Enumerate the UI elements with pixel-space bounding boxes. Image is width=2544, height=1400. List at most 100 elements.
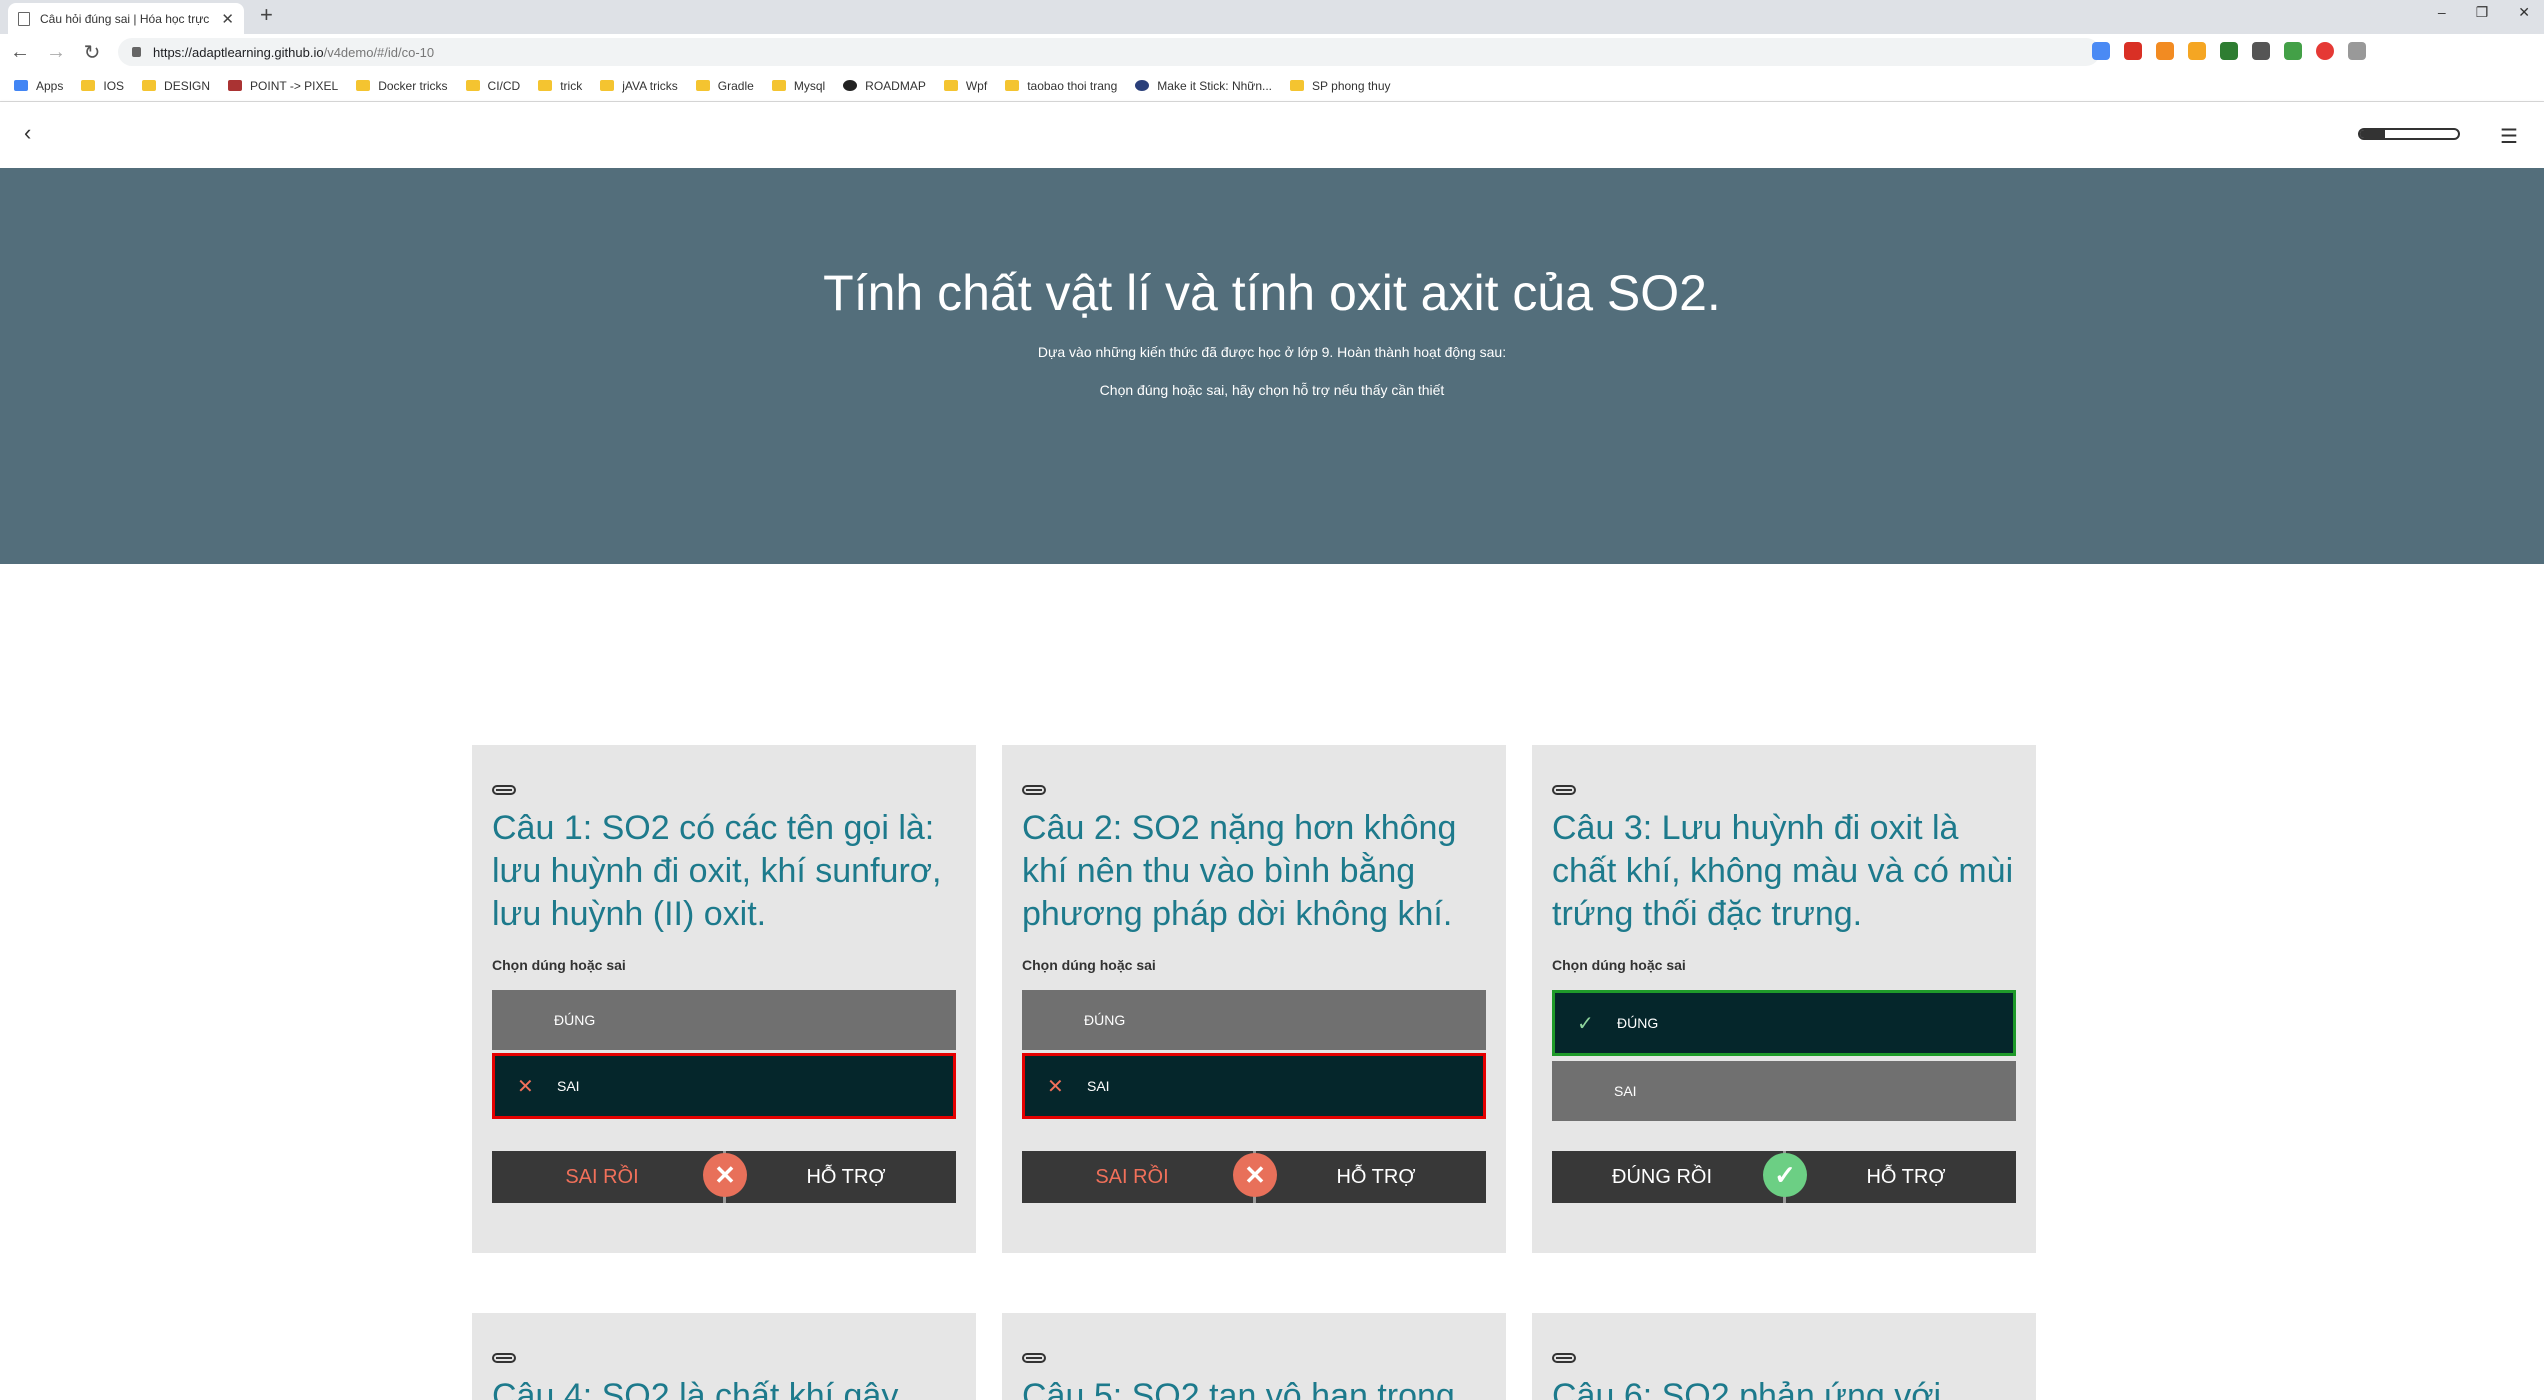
page-header: Tính chất vật lí và tính oxit axit của S… [0,168,2544,564]
bookmark-item[interactable]: SP phong thuy [1290,79,1391,93]
bookmark-label: Mysql [793,78,826,93]
extension-icon[interactable] [2284,42,2302,60]
completion-pill-icon [1022,1353,1046,1363]
question-card: Câu 4: SO2 là chất khí gây [472,1313,976,1400]
feedback-button[interactable]: SAI RỒI [492,1151,724,1203]
bookmark-item[interactable]: jAVA tricks [600,79,678,93]
lock-icon [132,47,141,57]
chevron-left-icon[interactable]: ‹ [24,120,31,146]
correct-icon: ✓ [1763,1153,1807,1197]
folder-icon [142,80,157,91]
site-icon [228,80,243,91]
bookmark-item[interactable]: Make it Stick: Nhữn... [1135,79,1272,93]
option-label: SAI [1087,1078,1110,1094]
option-false[interactable]: SAI [1552,1061,2016,1121]
question-instruction: Chọn dúng hoặc sai [1022,957,1156,973]
extensions [2092,42,2366,60]
browser-tab[interactable]: Câu hỏi đúng sai | Hóa học trực ✕ [8,3,244,34]
option-false[interactable]: ✕ SAI [492,1053,956,1119]
question-text: Câu 5: SO2 tan vô hạn trong [1022,1377,1455,1400]
option-label: ĐÚNG [1617,1015,1659,1031]
option-false[interactable]: ✕ SAI [1022,1053,1486,1119]
close-tab-icon[interactable]: ✕ [221,10,234,28]
site-icon [1135,80,1150,91]
option-true[interactable]: ĐÚNG [492,990,956,1050]
bookmark-item[interactable]: POINT -> PIXEL [228,79,338,93]
window-controls: – ❐ ✕ [2438,4,2530,21]
cross-icon: ✕ [1047,1075,1064,1098]
bookmark-label: IOS [103,78,125,93]
close-window-icon[interactable]: ✕ [2518,4,2530,21]
option-label: SAI [1614,1083,1637,1099]
question-card: Câu 5: SO2 tan vô hạn trong [1002,1313,1506,1400]
restore-icon[interactable]: ❐ [2476,4,2489,21]
extension-icon[interactable] [2220,42,2238,60]
extension-icon[interactable] [2188,42,2206,60]
question-card: Câu 6: SO2 phản ứng với [1532,1313,2036,1400]
question-text: Câu 4: SO2 là chất khí gây [492,1377,899,1400]
extension-icon[interactable] [2348,42,2366,60]
extension-icon[interactable] [2092,42,2110,60]
feedback-bar: SAI RỒI HỖ TRỢ ✕ [492,1151,956,1203]
folder-icon [356,80,371,91]
page-intro: Dựa vào những kiến thức đã được học ở lớ… [1037,344,1507,360]
help-button[interactable]: HỖ TRỢ [724,1151,956,1203]
bookmark-item[interactable]: Wpf [943,78,988,93]
bookmark-item[interactable]: taobao thoi trang [1005,79,1117,93]
forward-arrow-icon[interactable]: → [40,41,72,64]
folder-icon [600,80,615,91]
new-tab-button[interactable]: + [260,2,273,28]
incorrect-icon: ✕ [1233,1153,1277,1197]
feedback-button[interactable]: ĐÚNG RỒI [1552,1151,1784,1203]
progress-bar [2358,128,2460,140]
folder-icon [943,80,958,91]
bookmark-item[interactable]: Gradle [695,78,754,93]
extension-icon[interactable] [2124,42,2142,60]
bookmark-label: CI/CD [487,78,521,93]
option-label: SAI [557,1078,580,1094]
address-bar[interactable]: https://adaptlearning.github.io/v4demo/#… [118,38,2100,66]
minimize-icon[interactable]: – [2438,4,2446,21]
bookmark-apps[interactable]: Apps [14,79,63,93]
extension-icon[interactable] [2156,42,2174,60]
bookmark-label: trick [560,78,583,93]
option-label: ĐÚNG [1084,1012,1126,1028]
bookmark-item[interactable]: Docker tricks [356,79,448,93]
browser-toolbar: ← → ↻ https://adaptlearning.github.io/v4… [0,34,2544,70]
folder-icon [81,80,96,91]
bookmark-label: Wpf [965,78,988,93]
back-arrow-icon[interactable]: ← [4,41,36,64]
page-instruction: Chọn đúng hoặc sai, hãy chọn hỗ trợ nếu … [1099,382,1445,398]
bookmark-item[interactable]: DESIGN [142,79,210,93]
folder-icon [538,80,553,91]
bookmark-label: jAVA tricks [622,78,678,93]
bookmark-label: SP phong thuy [1312,78,1391,93]
bookmark-label: Apps [36,78,64,93]
question-text: Câu 1: SO2 có các tên gọi là: lưu huỳnh … [492,809,942,933]
progress-fill [2360,130,2385,138]
question-instruction: Chọn dúng hoặc sai [1552,957,1686,973]
option-true[interactable]: ✓ ĐÚNG [1552,990,2016,1056]
option-true[interactable]: ĐÚNG [1022,990,1486,1050]
cross-icon: ✕ [517,1075,534,1098]
bookmark-item[interactable]: Mysql [771,78,826,93]
bookmark-label: ROADMAP [865,78,926,93]
help-button[interactable]: HỖ TRỢ [1254,1151,1486,1203]
folder-icon [1290,80,1305,91]
completion-pill-icon [1022,785,1046,795]
help-button[interactable]: HỖ TRỢ [1784,1151,2016,1203]
bookmark-item[interactable]: IOS [81,79,124,93]
folder-icon [465,80,480,91]
extension-icon[interactable] [2252,42,2270,60]
bookmark-item[interactable]: trick [538,79,582,93]
list-menu-icon[interactable]: ☰ [2500,124,2518,149]
bookmark-item[interactable]: ROADMAP [843,79,926,93]
reload-icon[interactable]: ↻ [76,40,108,65]
bookmark-label: Gradle [717,78,754,93]
completion-pill-icon [1552,785,1576,795]
question-text: Câu 6: SO2 phản ứng với [1552,1377,1942,1400]
extension-icon[interactable] [2316,42,2334,60]
feedback-button[interactable]: SAI RỒI [1022,1151,1254,1203]
bookmark-item[interactable]: CI/CD [465,78,521,93]
folder-icon [771,80,786,91]
